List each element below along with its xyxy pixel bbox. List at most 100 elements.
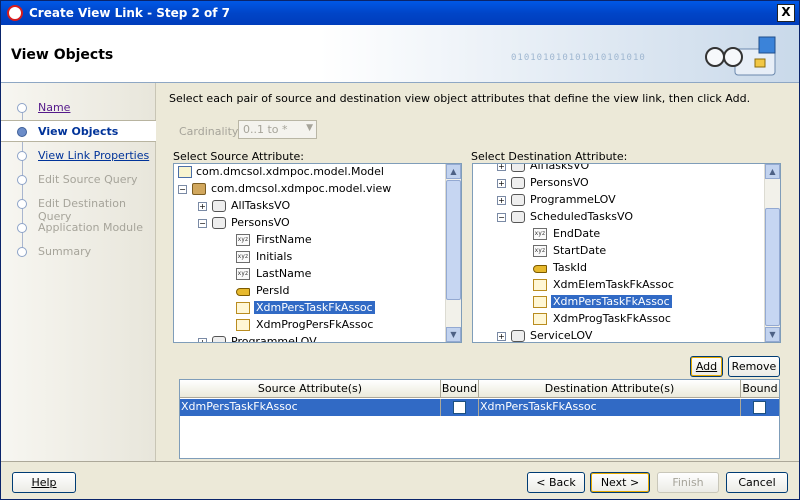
wizard-steps-sidebar: Name View Objects View Link Properties E… xyxy=(1,83,156,461)
step-dot-icon xyxy=(17,103,27,113)
back-button-label: < Back xyxy=(536,476,576,489)
cancel-button[interactable]: Cancel xyxy=(726,472,788,493)
scroll-up-icon[interactable]: ▲ xyxy=(765,164,780,179)
step-summary: Summary xyxy=(1,241,156,263)
page-title: View Objects xyxy=(11,47,114,63)
source-bound-checkbox[interactable] xyxy=(453,401,466,414)
expand-icon[interactable]: + xyxy=(497,164,506,171)
scroll-thumb[interactable] xyxy=(765,208,780,326)
table-header: Source Attribute(s) Bound Destination At… xyxy=(180,380,779,398)
source-tree-scrollbar[interactable]: ▲ ▼ xyxy=(445,164,461,342)
binary-decoration: 010101010101010101010 xyxy=(511,53,646,63)
association-icon xyxy=(533,313,547,325)
view-object-icon xyxy=(511,330,525,342)
instructions-text: Select each pair of source and destinati… xyxy=(169,92,751,105)
remove-button-label: Remove xyxy=(731,360,777,373)
add-button-label: Add xyxy=(695,360,718,373)
step-label: Application Module xyxy=(38,221,143,234)
view-object-icon xyxy=(511,211,525,223)
destination-bound-checkbox[interactable] xyxy=(753,401,766,414)
key-icon xyxy=(533,265,547,273)
column-header-source-bound[interactable]: Bound xyxy=(441,380,479,398)
step-edit-source-query: Edit Source Query xyxy=(1,169,156,191)
destination-bound-cell xyxy=(741,399,779,416)
attribute-icon: xyz xyxy=(533,245,547,257)
expand-icon[interactable]: + xyxy=(198,202,207,211)
wizard-footer: Help < Back Next > Finish Cancel xyxy=(1,461,799,499)
expand-icon[interactable]: + xyxy=(497,332,506,341)
cancel-button-label: Cancel xyxy=(738,476,776,489)
view-object-icon xyxy=(212,336,226,342)
column-header-destination[interactable]: Destination Attribute(s) xyxy=(479,380,741,398)
destination-attribute-tree[interactable]: + AllTasksVO + PersonsVO + ProgrammeLOV … xyxy=(472,163,781,343)
step-label: View Objects xyxy=(38,125,119,138)
next-button[interactable]: Next > xyxy=(590,472,650,493)
collapse-icon[interactable]: − xyxy=(497,213,506,222)
step-label: Summary xyxy=(38,245,92,258)
view-object-icon xyxy=(511,164,525,172)
header-illustration-icon xyxy=(705,36,776,76)
source-attribute-tree[interactable]: com.dmcsol.xdmpoc.model.Model − com.dmcs… xyxy=(173,163,462,343)
remove-button[interactable]: Remove xyxy=(728,356,780,377)
scroll-down-icon[interactable]: ▼ xyxy=(765,327,780,342)
association-icon xyxy=(533,279,547,291)
view-object-icon xyxy=(511,194,525,206)
scroll-up-icon[interactable]: ▲ xyxy=(446,164,461,179)
title-bar[interactable]: Create View Link - Step 2 of 7 X xyxy=(1,1,799,25)
finish-button-label: Finish xyxy=(672,476,704,489)
source-attribute-cell: XdmPersTaskFkAssoc xyxy=(180,399,441,416)
oracle-app-icon xyxy=(7,5,23,21)
column-header-source[interactable]: Source Attribute(s) xyxy=(180,380,441,398)
association-icon xyxy=(236,302,250,314)
step-label[interactable]: Name xyxy=(38,101,70,114)
attribute-pairs-table[interactable]: Source Attribute(s) Bound Destination At… xyxy=(179,379,780,459)
window-title: Create View Link - Step 2 of 7 xyxy=(29,6,231,20)
step-dot-icon xyxy=(17,175,27,185)
expand-icon[interactable]: + xyxy=(497,179,506,188)
key-icon xyxy=(236,288,250,296)
attribute-icon: xyz xyxy=(236,268,250,280)
expand-icon[interactable]: + xyxy=(198,338,207,342)
destination-attribute-cell: XdmPersTaskFkAssoc xyxy=(479,399,741,416)
association-icon xyxy=(533,296,547,308)
model-folder-icon xyxy=(178,166,192,178)
step-application-module: Application Module xyxy=(1,217,156,239)
step-label: Edit Source Query xyxy=(38,173,138,186)
help-button-label: Help xyxy=(31,476,57,489)
chevron-down-icon: ▼ xyxy=(306,123,313,133)
collapse-icon[interactable]: − xyxy=(198,219,207,228)
wizard-header: View Objects 010101010101010101010 xyxy=(1,25,799,83)
step-name[interactable]: Name xyxy=(1,97,156,119)
attribute-icon: xyz xyxy=(236,234,250,246)
step-current-dot-icon xyxy=(17,127,27,137)
association-icon xyxy=(236,319,250,331)
table-row[interactable]: XdmPersTaskFkAssoc XdmPersTaskFkAssoc xyxy=(180,399,779,416)
cardinality-select: 0..1 to * ▼ xyxy=(238,120,317,139)
step-view-link-properties[interactable]: View Link Properties xyxy=(1,145,156,167)
column-header-destination-bound[interactable]: Bound xyxy=(741,380,779,398)
scroll-thumb[interactable] xyxy=(446,180,461,300)
source-bound-cell xyxy=(441,399,479,416)
view-object-icon xyxy=(511,177,525,189)
attribute-icon: xyz xyxy=(533,228,547,240)
close-window-button[interactable]: X xyxy=(777,4,795,22)
destination-tree-label: Select Destination Attribute: xyxy=(471,150,628,163)
expand-icon[interactable]: + xyxy=(497,196,506,205)
view-object-icon xyxy=(212,200,226,212)
back-button[interactable]: < Back xyxy=(527,472,585,493)
collapse-icon[interactable]: − xyxy=(178,185,187,194)
step-view-objects[interactable]: View Objects xyxy=(1,120,156,142)
help-button[interactable]: Help xyxy=(12,472,76,493)
view-object-icon xyxy=(212,217,226,229)
add-button[interactable]: Add xyxy=(690,356,723,377)
step-label[interactable]: View Link Properties xyxy=(38,149,149,162)
step-edit-destination-query: Edit Destination Query xyxy=(1,193,156,223)
step-dot-icon xyxy=(17,151,27,161)
source-tree-label: Select Source Attribute: xyxy=(173,150,304,163)
attribute-icon: xyz xyxy=(236,251,250,263)
cardinality-label: Cardinality: xyxy=(179,125,242,138)
scroll-down-icon[interactable]: ▼ xyxy=(446,327,461,342)
finish-button: Finish xyxy=(657,472,719,493)
step-dot-icon xyxy=(17,247,27,257)
destination-tree-scrollbar[interactable]: ▲ ▼ xyxy=(764,164,780,342)
